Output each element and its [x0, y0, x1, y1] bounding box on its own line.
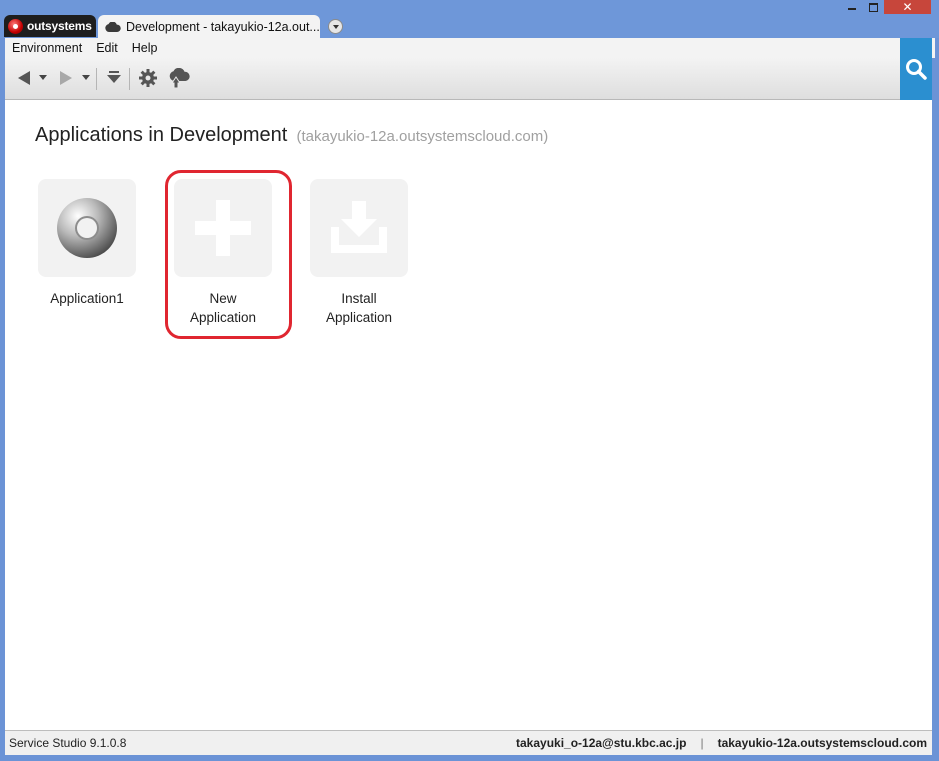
maximize-button[interactable] — [864, 0, 882, 14]
version-label: Service Studio 9.1.0.8 — [9, 736, 127, 750]
download-button[interactable] — [103, 68, 125, 88]
publish-cloud-icon — [169, 68, 190, 88]
minimize-button[interactable] — [843, 0, 861, 14]
dropdown-arrow-icon — [39, 75, 47, 80]
status-bar: Service Studio 9.1.0.8 takayuki_o-12a@st… — [5, 730, 932, 755]
development-tab[interactable]: Development - takayukio-12a.out... — [98, 15, 320, 38]
forward-button[interactable] — [55, 68, 77, 88]
menu-bar: Environment Edit Help — [5, 38, 935, 58]
applications-panel: Applications in Development (takayukio-1… — [5, 100, 932, 730]
toolbar-separator — [129, 68, 130, 90]
forward-arrow-icon — [60, 71, 72, 85]
outsystems-brand-tab[interactable]: outsystems — [4, 15, 96, 37]
tab-list-dropdown-button[interactable] — [328, 19, 343, 34]
tile-label: Install Application — [325, 291, 393, 325]
toolbar-separator — [96, 68, 97, 90]
menu-environment[interactable]: Environment — [12, 41, 82, 55]
server-address[interactable]: takayukio-12a.outsystemscloud.com — [718, 736, 927, 750]
back-history-dropdown[interactable] — [37, 68, 49, 88]
menu-edit[interactable]: Edit — [96, 41, 118, 55]
new-application-highlight — [165, 170, 292, 339]
back-button[interactable] — [13, 68, 35, 88]
cloud-icon — [105, 21, 121, 32]
tile-box — [38, 179, 136, 277]
brand-name: outsystems — [27, 19, 92, 33]
settings-button[interactable] — [137, 68, 159, 88]
tile-label: Application1 — [50, 291, 124, 306]
user-account[interactable]: takayuki_o-12a@stu.kbc.ac.jp — [516, 736, 686, 750]
outsystems-logo-icon — [8, 18, 23, 34]
window-title-bar: outsystems Development - takayukio-12a.o… — [0, 0, 939, 38]
close-button[interactable]: ✕ — [884, 0, 931, 14]
back-arrow-icon — [18, 71, 30, 85]
toolbar — [5, 58, 900, 100]
tab-title: Development - takayukio-12a.out... — [126, 19, 320, 34]
gear-icon — [139, 69, 157, 87]
search-icon — [906, 59, 927, 80]
forward-history-dropdown[interactable] — [80, 68, 92, 88]
page-heading: Applications in Development (takayukio-1… — [35, 124, 548, 147]
dropdown-arrow-icon — [82, 75, 90, 80]
status-separator: | — [700, 736, 704, 750]
install-download-icon — [331, 201, 387, 253]
environment-url: (takayukio-12a.outsystemscloud.com) — [296, 128, 549, 145]
disc-icon — [57, 198, 117, 258]
application1-tile[interactable]: Application1 — [27, 179, 147, 308]
search-button[interactable] — [900, 38, 932, 100]
close-icon: ✕ — [902, 0, 913, 14]
tile-box — [310, 179, 408, 277]
page-title: Applications in Development — [35, 124, 288, 146]
menu-help[interactable]: Help — [132, 41, 158, 55]
download-arrow-icon — [107, 71, 121, 83]
install-application-tile[interactable]: Install Application — [299, 179, 419, 327]
publish-button[interactable] — [167, 68, 193, 88]
